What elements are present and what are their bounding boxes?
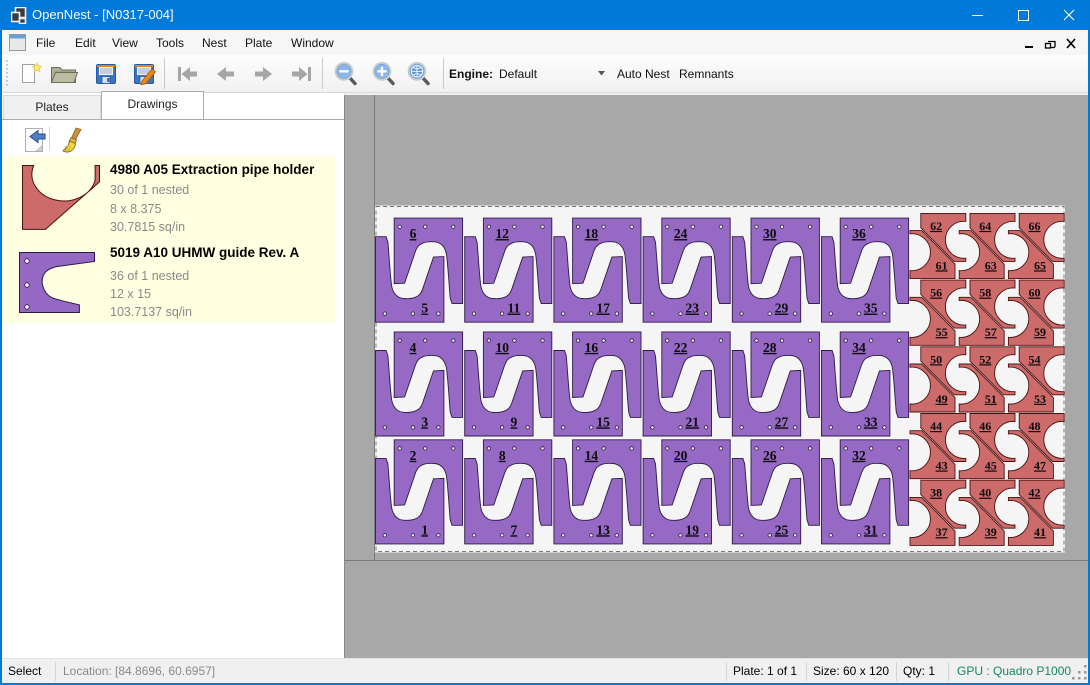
svg-text:53: 53 xyxy=(1034,392,1046,406)
svg-text:22: 22 xyxy=(674,340,688,355)
svg-text:8: 8 xyxy=(499,448,506,463)
svg-text:29: 29 xyxy=(775,301,789,316)
svg-text:35: 35 xyxy=(864,301,878,316)
svg-text:46: 46 xyxy=(979,419,991,433)
svg-text:41: 41 xyxy=(1034,525,1046,539)
svg-text:47: 47 xyxy=(1034,459,1046,473)
svg-text:1: 1 xyxy=(421,522,428,537)
svg-text:30: 30 xyxy=(763,226,777,241)
svg-text:26: 26 xyxy=(763,448,777,463)
svg-text:28: 28 xyxy=(763,340,777,355)
svg-text:9: 9 xyxy=(511,414,518,429)
svg-text:3: 3 xyxy=(421,414,428,429)
svg-text:50: 50 xyxy=(930,352,942,366)
svg-text:23: 23 xyxy=(686,301,700,316)
svg-text:13: 13 xyxy=(596,522,610,537)
svg-text:6: 6 xyxy=(410,226,417,241)
svg-text:21: 21 xyxy=(686,414,700,429)
svg-text:20: 20 xyxy=(674,448,688,463)
svg-text:64: 64 xyxy=(979,219,991,233)
svg-text:45: 45 xyxy=(985,459,997,473)
svg-text:42: 42 xyxy=(1029,486,1041,500)
svg-text:10: 10 xyxy=(495,340,509,355)
svg-text:4: 4 xyxy=(410,340,417,355)
svg-text:37: 37 xyxy=(936,525,948,539)
svg-text:32: 32 xyxy=(852,448,866,463)
svg-text:12: 12 xyxy=(495,226,509,241)
svg-text:34: 34 xyxy=(852,340,866,355)
svg-text:55: 55 xyxy=(936,325,948,339)
svg-text:40: 40 xyxy=(979,486,991,500)
svg-text:5: 5 xyxy=(421,301,428,316)
svg-text:61: 61 xyxy=(936,258,948,272)
svg-text:39: 39 xyxy=(985,525,997,539)
svg-text:2: 2 xyxy=(410,448,417,463)
svg-text:15: 15 xyxy=(596,414,610,429)
svg-text:66: 66 xyxy=(1029,219,1041,233)
svg-text:18: 18 xyxy=(585,226,599,241)
svg-text:31: 31 xyxy=(864,522,878,537)
svg-text:33: 33 xyxy=(864,414,878,429)
svg-text:44: 44 xyxy=(930,419,942,433)
svg-text:48: 48 xyxy=(1029,419,1041,433)
svg-text:25: 25 xyxy=(775,522,789,537)
svg-text:60: 60 xyxy=(1029,286,1041,300)
svg-text:49: 49 xyxy=(936,392,948,406)
svg-text:27: 27 xyxy=(775,414,789,429)
svg-text:51: 51 xyxy=(985,392,997,406)
svg-text:16: 16 xyxy=(585,340,599,355)
svg-text:17: 17 xyxy=(596,301,610,316)
svg-text:59: 59 xyxy=(1034,325,1046,339)
svg-text:38: 38 xyxy=(930,486,942,500)
svg-text:11: 11 xyxy=(508,301,521,316)
svg-text:14: 14 xyxy=(585,448,599,463)
svg-text:58: 58 xyxy=(979,286,991,300)
svg-text:7: 7 xyxy=(511,522,518,537)
svg-text:65: 65 xyxy=(1034,258,1046,272)
svg-text:24: 24 xyxy=(674,226,688,241)
svg-text:43: 43 xyxy=(936,459,948,473)
svg-text:54: 54 xyxy=(1029,352,1041,366)
svg-text:63: 63 xyxy=(985,258,997,272)
svg-text:19: 19 xyxy=(686,522,700,537)
svg-text:36: 36 xyxy=(852,226,866,241)
svg-text:62: 62 xyxy=(930,219,942,233)
svg-text:57: 57 xyxy=(985,325,997,339)
svg-text:52: 52 xyxy=(979,352,991,366)
svg-text:56: 56 xyxy=(930,286,942,300)
